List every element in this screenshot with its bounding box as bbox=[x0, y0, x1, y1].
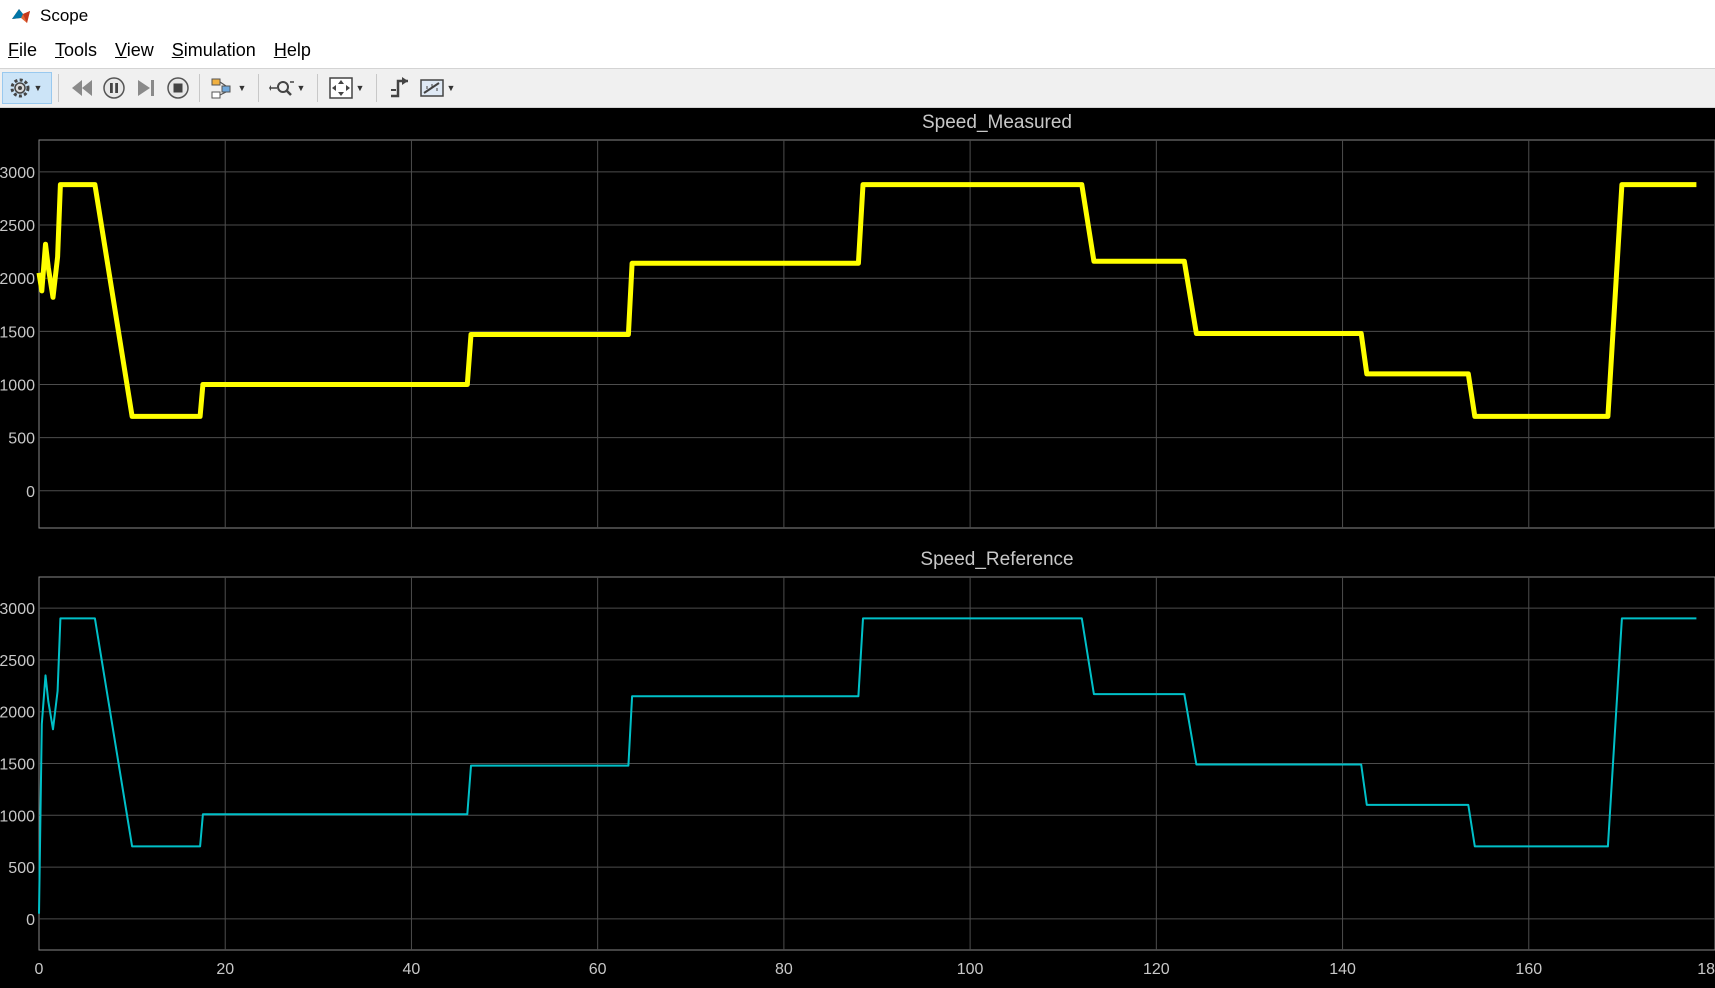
triggers-button[interactable] bbox=[385, 72, 415, 104]
plot-speed-measured[interactable]: 0 500 1000 1500 2000 2500 3000 Speed_Measured bbox=[0, 112, 1715, 529]
stop-button[interactable] bbox=[163, 72, 193, 104]
toolbar-separator bbox=[199, 74, 200, 102]
y-tick-label: 0 bbox=[26, 484, 35, 501]
menu-tools[interactable]: Tools bbox=[55, 40, 97, 61]
chevron-down-icon: ▼ bbox=[33, 83, 43, 93]
highlight-block-button[interactable]: ▼ bbox=[208, 72, 252, 104]
y-tick-label: 1000 bbox=[0, 808, 35, 825]
y-tick-label: 3000 bbox=[0, 601, 35, 618]
window-title: Scope bbox=[40, 6, 89, 25]
menu-file[interactable]: File bbox=[8, 40, 37, 61]
scope-display: 0 500 1000 1500 2000 2500 3000 Speed_Measured 0 5… bbox=[0, 108, 1715, 988]
step-back-icon bbox=[72, 80, 92, 96]
y-tick-label: 2000 bbox=[0, 271, 35, 288]
x-tick-label: 0 bbox=[35, 961, 44, 978]
y-tick-label: 0 bbox=[26, 912, 35, 929]
step-forward-icon bbox=[138, 80, 154, 96]
toolbar: ▼ ▼ ▼ ▼ ▼ bbox=[0, 68, 1715, 108]
plot-speed-reference[interactable]: 0 500 1000 1500 2000 2500 3000 0 20 40 60 80 100 120 1… bbox=[0, 549, 1715, 978]
toolbar-separator bbox=[376, 74, 377, 102]
stop-icon bbox=[167, 77, 189, 99]
x-tick-label: 18 bbox=[1697, 961, 1715, 978]
triggers-icon bbox=[391, 77, 408, 98]
plot-title: Speed_Reference bbox=[920, 549, 1073, 570]
y-tick-label: 2500 bbox=[0, 218, 35, 235]
axes-box bbox=[38, 139, 1715, 529]
zoom-icon bbox=[268, 81, 294, 96]
settings-button[interactable]: ▼ bbox=[2, 72, 52, 104]
window-titlebar: Scope bbox=[0, 0, 1715, 32]
pause-icon bbox=[103, 77, 125, 99]
toolbar-separator bbox=[317, 74, 318, 102]
x-tick-label: 160 bbox=[1515, 961, 1542, 978]
pause-button[interactable] bbox=[99, 72, 129, 104]
toolbar-separator bbox=[58, 74, 59, 102]
chevron-down-icon: ▼ bbox=[296, 83, 306, 93]
y-tick-label: 3000 bbox=[0, 165, 35, 182]
highlight-simulink-block-icon bbox=[211, 78, 231, 99]
gear-icon bbox=[10, 78, 30, 98]
fit-to-view-icon bbox=[328, 77, 353, 99]
x-tick-label: 80 bbox=[775, 961, 793, 978]
measurements-icon bbox=[419, 79, 444, 97]
chevron-down-icon: ▼ bbox=[355, 83, 365, 93]
x-tick-label: 40 bbox=[403, 961, 421, 978]
menu-bar: File Tools View Simulation Help bbox=[0, 32, 1715, 68]
y-tick-label: 2000 bbox=[0, 705, 35, 722]
y-tick-label: 1000 bbox=[0, 377, 35, 394]
menu-help-rest: elp bbox=[286, 39, 311, 60]
matlab-logo-icon bbox=[12, 9, 30, 23]
chevron-down-icon: ▼ bbox=[446, 83, 456, 93]
chevron-down-icon: ▼ bbox=[237, 83, 247, 93]
toolbar-separator bbox=[258, 74, 259, 102]
x-tick-label: 20 bbox=[216, 961, 234, 978]
x-tick-label: 60 bbox=[589, 961, 607, 978]
plot-title: Speed_Measured bbox=[922, 112, 1072, 133]
step-forward-button[interactable] bbox=[131, 72, 161, 104]
menu-file-rest: ile bbox=[19, 39, 38, 60]
x-tick-label: 100 bbox=[957, 961, 984, 978]
y-tick-label: 1500 bbox=[0, 757, 35, 774]
y-tick-label: 500 bbox=[8, 860, 35, 877]
menu-simulation-rest: imulation bbox=[183, 39, 256, 60]
y-tick-label: 500 bbox=[8, 431, 35, 448]
menu-view[interactable]: View bbox=[115, 40, 154, 61]
step-back-button[interactable] bbox=[67, 72, 97, 104]
menu-simulation[interactable]: Simulation bbox=[172, 40, 256, 61]
measurements-button[interactable]: ▼ bbox=[417, 72, 461, 104]
fit-to-view-button[interactable]: ▼ bbox=[326, 72, 370, 104]
menu-view-rest: iew bbox=[126, 39, 154, 60]
scope-plots[interactable]: 050010001500200025003000Speed_Measured05… bbox=[0, 108, 1715, 988]
x-tick-label: 120 bbox=[1143, 961, 1170, 978]
y-tick-label: 2500 bbox=[0, 653, 35, 670]
menu-help[interactable]: Help bbox=[274, 40, 311, 61]
menu-tools-rest: ools bbox=[64, 39, 98, 60]
y-tick-label: 1500 bbox=[0, 324, 35, 341]
zoom-button[interactable]: ▼ bbox=[267, 72, 311, 104]
x-tick-label: 140 bbox=[1329, 961, 1356, 978]
